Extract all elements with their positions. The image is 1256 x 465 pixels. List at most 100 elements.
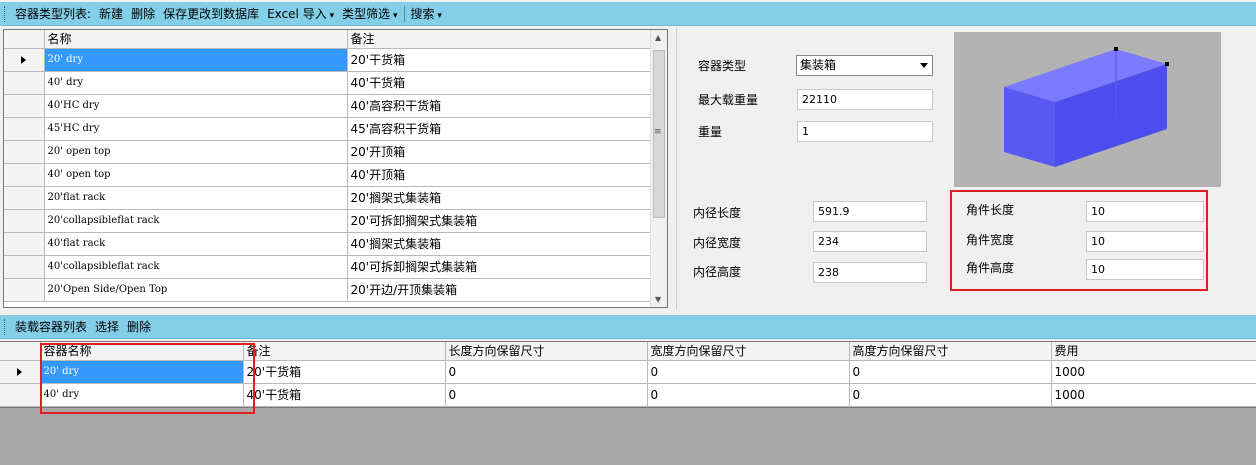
row-header[interactable]	[4, 278, 45, 302]
row-header[interactable]	[4, 117, 45, 141]
cell-cost[interactable]: 1000	[1051, 360, 1256, 384]
search-dropdown[interactable]: 搜索	[407, 5, 446, 22]
chevron-down-icon	[920, 63, 928, 68]
cell-len[interactable]: 0	[445, 383, 648, 407]
cell-hei[interactable]: 0	[849, 360, 1052, 384]
row-header[interactable]	[4, 255, 45, 279]
table-row[interactable]: 20'Open Side/Open Top 20'开边/开顶集装箱	[4, 278, 652, 302]
column-header-name[interactable]: 名称	[44, 30, 348, 49]
cell-hei[interactable]: 0	[849, 383, 1052, 407]
cell-note[interactable]: 20'开边/开顶集装箱	[347, 278, 652, 302]
cell-note[interactable]: 40'可拆卸搁架式集装箱	[347, 255, 652, 279]
column-header-note[interactable]: 备注	[243, 342, 446, 361]
row-header[interactable]	[4, 48, 45, 72]
current-row-arrow-icon	[21, 55, 27, 64]
container-type-grid[interactable]: 名称 备注 20' dry 20'干货箱 40' dry 40'干货箱 40'HC dr…	[3, 29, 668, 308]
inner-height-field[interactable]: 238	[813, 262, 927, 283]
row-header-corner	[0, 342, 41, 361]
load-toolbar-title: 装载容器列表	[15, 320, 88, 334]
cell-note[interactable]: 20'干货箱	[347, 48, 652, 72]
cell-note[interactable]: 40'干货箱	[243, 383, 446, 407]
row-header-corner	[4, 30, 45, 49]
container-type-selected-value: 集装箱	[800, 58, 837, 72]
table-row[interactable]: 40'collapsibleflat rack 40'可拆卸搁架式集装箱	[4, 255, 652, 279]
toolbar-grip[interactable]	[4, 318, 7, 335]
type-grid-vertical-scrollbar[interactable]: ▲ ≡ ▼	[650, 30, 667, 307]
corner-fields-highlight	[950, 190, 1208, 291]
container-type-select[interactable]: 集装箱	[796, 55, 933, 76]
table-row[interactable]: 20' open top 20'开顶箱	[4, 140, 652, 164]
container-type-label: 容器类型	[698, 59, 747, 73]
new-button[interactable]: 新建	[95, 5, 127, 22]
cell-note[interactable]: 40'开顶箱	[347, 163, 652, 187]
scroll-down-icon[interactable]: ▼	[655, 295, 661, 304]
column-header-cost[interactable]: 费用	[1051, 342, 1256, 361]
cell-note[interactable]: 20'开顶箱	[347, 140, 652, 164]
inner-width-field[interactable]: 234	[813, 231, 927, 252]
cell-note[interactable]: 40'干货箱	[347, 71, 652, 95]
cell-name[interactable]: 20' open top	[44, 140, 348, 164]
scroll-grip-icon: ≡	[654, 127, 662, 137]
cell-note[interactable]: 20'可拆卸搁架式集装箱	[347, 209, 652, 233]
cell-name[interactable]: 20'flat rack	[44, 186, 348, 210]
cell-name[interactable]: 40'collapsibleflat rack	[44, 255, 348, 279]
cell-name[interactable]: 45'HC dry	[44, 117, 348, 141]
cell-wid[interactable]: 0	[647, 383, 850, 407]
cell-note[interactable]: 20'干货箱	[243, 360, 446, 384]
row-header[interactable]	[4, 186, 45, 210]
row-header[interactable]	[4, 163, 45, 187]
select-button[interactable]: 选择	[91, 318, 123, 335]
row-header[interactable]	[4, 140, 45, 164]
remove-button[interactable]: 删除	[123, 318, 155, 335]
cell-name[interactable]: 40' dry	[44, 71, 348, 95]
save-to-db-button[interactable]: 保存更改到数据库	[159, 5, 263, 22]
cell-note[interactable]: 45'高容积干货箱	[347, 117, 652, 141]
table-row[interactable]: 40'flat rack 40'搁架式集装箱	[4, 232, 652, 256]
cell-note[interactable]: 20'搁架式集装箱	[347, 186, 652, 210]
inner-length-label: 内径长度	[693, 206, 742, 220]
toolbar-grip[interactable]	[4, 5, 7, 22]
load-list-toolbar: 装载容器列表 选择 删除	[0, 315, 1256, 339]
corner-marker	[1165, 62, 1169, 66]
weight-field[interactable]: 1	[797, 121, 933, 142]
table-row[interactable]: 45'HC dry 45'高容积干货箱	[4, 117, 652, 141]
cell-note[interactable]: 40'高容积干货箱	[347, 94, 652, 118]
cell-name[interactable]: 40'HC dry	[44, 94, 348, 118]
cell-name[interactable]: 20'Open Side/Open Top	[44, 278, 348, 302]
row-header[interactable]	[0, 360, 41, 384]
row-header[interactable]	[4, 71, 45, 95]
column-header-width-reserve[interactable]: 宽度方向保留尺寸	[647, 342, 850, 361]
toolbar-background	[474, 2, 1256, 26]
excel-import-dropdown[interactable]: Excel 导入	[263, 5, 338, 22]
table-row[interactable]: 40'HC dry 40'高容积干货箱	[4, 94, 652, 118]
column-header-length-reserve[interactable]: 长度方向保留尺寸	[445, 342, 648, 361]
table-row[interactable]: 20' dry 20'干货箱	[4, 48, 652, 72]
cell-name[interactable]: 20'collapsibleflat rack	[44, 209, 348, 233]
column-header-height-reserve[interactable]: 高度方向保留尺寸	[849, 342, 1052, 361]
inner-length-field[interactable]: 591.9	[813, 201, 927, 222]
column-header-note[interactable]: 备注	[347, 30, 652, 49]
type-list-toolbar: 容器类型列表: 新建 删除 保存更改到数据库 Excel 导入 类型筛选 搜索	[0, 2, 474, 26]
row-header[interactable]	[0, 383, 41, 407]
table-row[interactable]: 20'flat rack 20'搁架式集装箱	[4, 186, 652, 210]
cell-cost[interactable]: 1000	[1051, 383, 1256, 407]
scroll-up-icon[interactable]: ▲	[655, 33, 661, 42]
table-row[interactable]: 40' dry 40'干货箱	[4, 71, 652, 95]
table-row[interactable]: 20'collapsibleflat rack 20'可拆卸搁架式集装箱	[4, 209, 652, 233]
corner-marker	[1114, 47, 1118, 51]
cell-name[interactable]: 20' dry	[44, 48, 348, 72]
row-header[interactable]	[4, 209, 45, 233]
container-name-highlight	[40, 343, 255, 414]
type-filter-dropdown[interactable]: 类型筛选	[338, 5, 401, 22]
max-load-field[interactable]: 22110	[797, 89, 933, 110]
cell-note[interactable]: 40'搁架式集装箱	[347, 232, 652, 256]
table-row[interactable]: 40' open top 40'开顶箱	[4, 163, 652, 187]
current-row-arrow-icon	[17, 367, 23, 376]
row-header[interactable]	[4, 232, 45, 256]
cell-name[interactable]: 40'flat rack	[44, 232, 348, 256]
cell-wid[interactable]: 0	[647, 360, 850, 384]
delete-button[interactable]: 删除	[127, 5, 159, 22]
cell-len[interactable]: 0	[445, 360, 648, 384]
row-header[interactable]	[4, 94, 45, 118]
cell-name[interactable]: 40' open top	[44, 163, 348, 187]
